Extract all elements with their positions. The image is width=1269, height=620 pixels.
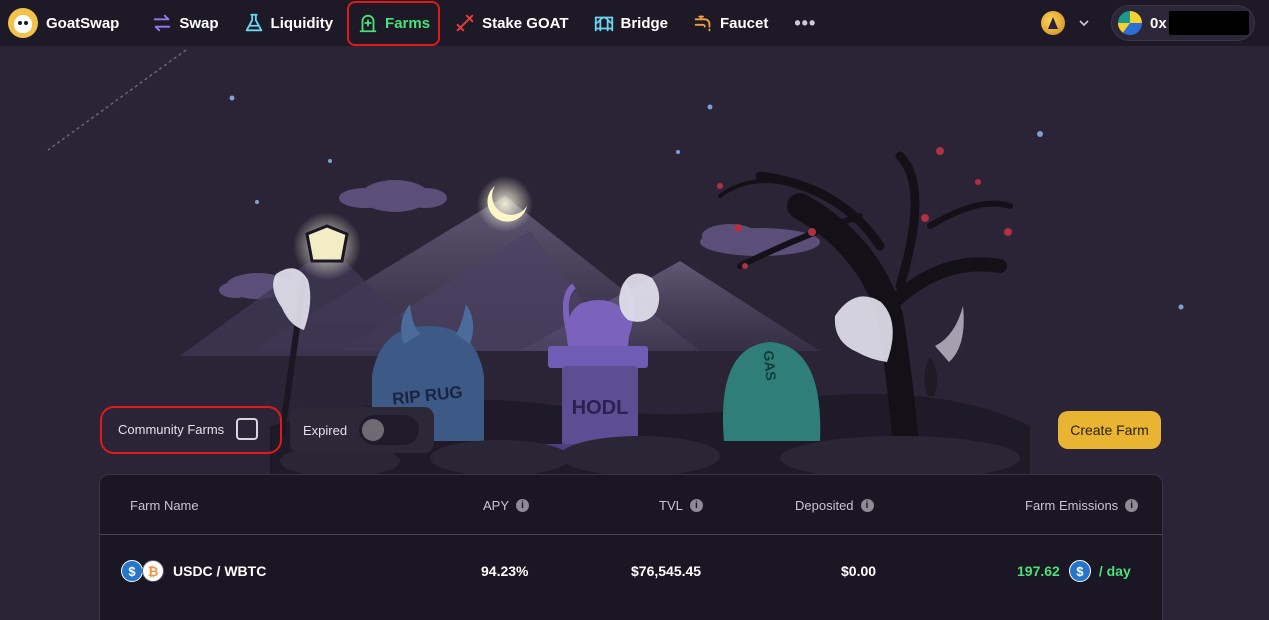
wallet-address-prefix: 0x: [1150, 14, 1167, 32]
usdc-token-icon: $: [1068, 560, 1091, 582]
table-header: Farm Name APY i TVL i Deposited i Farm E…: [100, 475, 1162, 535]
toggle-knob: [362, 419, 385, 441]
flask-icon: [245, 13, 262, 32]
wallet-button[interactable]: 0x: [1111, 5, 1255, 41]
header-farm-name-label: Farm Name: [130, 497, 199, 513]
shooting-star: [47, 49, 187, 151]
nav-item-faucet[interactable]: Faucet: [680, 0, 780, 46]
brand-logo[interactable]: GoatSwap: [8, 0, 119, 46]
faucet-icon: [694, 15, 711, 32]
wallet-avatar: [1118, 11, 1142, 35]
nav-item-swap[interactable]: Swap: [139, 0, 230, 46]
header-apy[interactable]: APY i: [483, 475, 530, 535]
tombstone-icon: [359, 14, 377, 33]
farm-pair-name: USDC / WBTC: [173, 563, 267, 579]
emissions-value: 197.62: [1017, 563, 1060, 579]
header-farm-emissions[interactable]: Farm Emissions i: [1025, 475, 1139, 535]
create-farm-button[interactable]: Create Farm: [1058, 411, 1161, 449]
expired-label: Expired: [303, 422, 348, 438]
header-deposited[interactable]: Deposited i: [795, 475, 874, 535]
ghost-goat: [619, 273, 660, 322]
wbtc-token-icon: ₿: [142, 560, 164, 582]
nav-label: Liquidity: [270, 14, 334, 32]
community-farms-label: Community Farms: [118, 421, 225, 437]
header-tvl[interactable]: TVL i: [659, 475, 703, 535]
goat-logo-icon: [8, 8, 38, 38]
chain-selector[interactable]: [1041, 11, 1091, 35]
brand-name: GoatSwap: [46, 14, 120, 32]
farms-table: Farm Name APY i TVL i Deposited i Farm E…: [99, 474, 1163, 620]
ghost-right: [834, 296, 893, 362]
header-deposited-label: Deposited: [795, 497, 854, 513]
nav-item-farms[interactable]: Farms: [345, 0, 442, 46]
nav-right: 0x: [1041, 0, 1255, 46]
tomb-hodl-goat: [548, 346, 648, 368]
tomb-center-text: HODL: [572, 397, 629, 419]
chevron-down-icon: [1079, 20, 1089, 27]
header-apy-label: APY: [483, 497, 510, 513]
deposited-cell: $0.00: [841, 563, 877, 579]
nav-label: Swap: [179, 14, 219, 32]
emissions-unit: / day: [1098, 563, 1131, 579]
main-nav: Swap Liquidity Farms Stake GOAT Bridge F…: [139, 0, 830, 46]
info-icon[interactable]: i: [860, 498, 874, 512]
info-icon[interactable]: i: [1125, 498, 1139, 512]
nav-item-liquidity[interactable]: Liquidity: [231, 0, 346, 46]
header-tvl-label: TVL: [659, 497, 683, 513]
community-farms-filter[interactable]: Community Farms: [100, 406, 282, 454]
nav-label: Stake GOAT: [482, 14, 569, 32]
info-icon[interactable]: i: [689, 498, 703, 512]
moon-glow: [477, 176, 533, 232]
wallet-address-redacted: [1168, 11, 1249, 35]
top-navbar: GoatSwap Swap Liquidity Farms Stake GOAT…: [0, 0, 1269, 46]
apy-cell: 94.23%: [481, 563, 529, 579]
swap-arrows-icon: [154, 14, 171, 32]
tomb-right-text: GAS: [761, 350, 780, 382]
info-icon[interactable]: i: [516, 498, 530, 512]
table-row[interactable]: $ ₿ USDC / WBTC 94.23% $76,545.45 $0.00 …: [100, 535, 1162, 607]
emissions-cell: 197.62 $ / day: [1017, 535, 1131, 607]
stake-icon: [456, 14, 474, 32]
tvl-cell: $76,545.45: [631, 563, 702, 579]
usdc-token-icon: $: [121, 560, 143, 582]
token-pair-icons: $ ₿: [121, 560, 164, 582]
farm-name-cell: $ ₿ USDC / WBTC: [121, 535, 266, 607]
chain-network-icon: [1041, 11, 1065, 35]
nav-item-stake-goat[interactable]: Stake GOAT: [442, 0, 580, 46]
nav-label: Faucet: [720, 14, 769, 32]
header-emissions-label: Farm Emissions: [1025, 497, 1119, 513]
community-farms-checkbox[interactable]: [236, 418, 259, 440]
bridge-icon: [594, 16, 613, 32]
expired-toggle[interactable]: [359, 415, 420, 445]
nav-label: Bridge: [620, 14, 669, 32]
expired-filter: Expired: [290, 407, 434, 453]
lamp-icon: [305, 224, 349, 263]
header-farm-name[interactable]: Farm Name: [130, 475, 199, 535]
more-menu-button[interactable]: •••: [780, 0, 830, 46]
nav-item-bridge[interactable]: Bridge: [581, 0, 681, 46]
nav-label: Farms: [385, 14, 431, 32]
